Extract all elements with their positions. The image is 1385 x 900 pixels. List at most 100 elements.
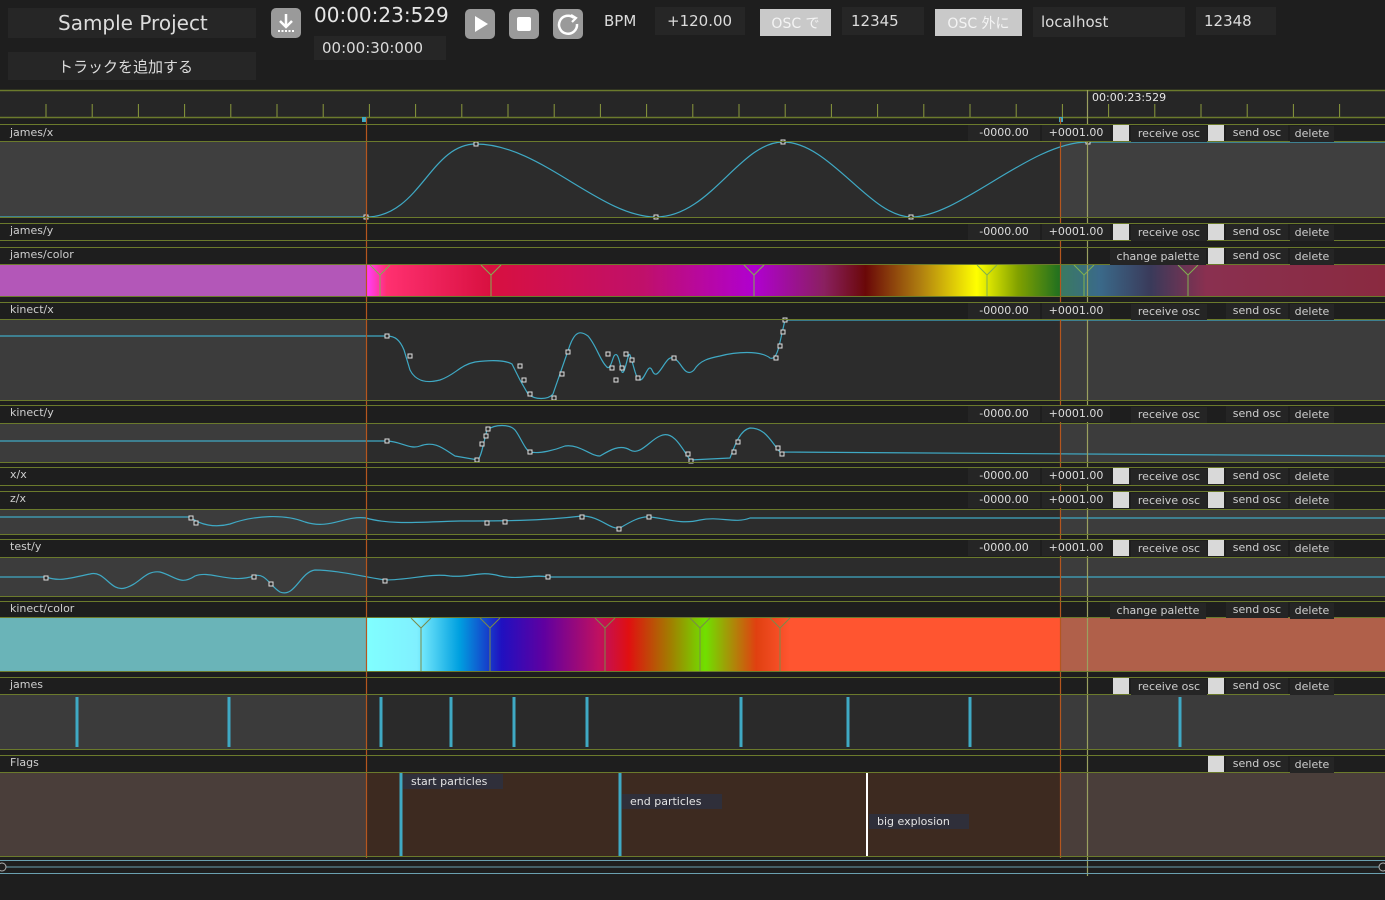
track-name-kinect-y: kinect/y	[10, 406, 54, 419]
bpm-field[interactable]: +120.00	[655, 7, 745, 35]
receive-osc-checkbox-james-x[interactable]	[1113, 125, 1129, 141]
delete-button-z-x[interactable]: delete	[1290, 493, 1334, 509]
send-osc-checkbox-james-bangs[interactable]	[1208, 678, 1224, 694]
send-osc-checkbox-x-x[interactable]	[1208, 468, 1224, 484]
receive-osc-label-z-x: receive osc	[1131, 493, 1207, 509]
project-title[interactable]: Sample Project	[8, 8, 256, 38]
min-value-z-x[interactable]: -0000.00	[968, 492, 1040, 508]
min-value-test-y[interactable]: -0000.00	[968, 540, 1040, 556]
receive-osc-checkbox-james-bangs[interactable]	[1113, 678, 1129, 694]
download-icon	[278, 14, 294, 32]
send-osc-label-test-y: send osc	[1226, 540, 1288, 556]
receive-osc-checkbox-z-x[interactable]	[1113, 492, 1129, 508]
delete-button-james-bangs[interactable]: delete	[1290, 679, 1334, 695]
min-value-kinect-y[interactable]: -0000.00	[968, 406, 1040, 422]
stop-icon	[517, 17, 531, 31]
osc-out-host: localhost	[1041, 13, 1109, 31]
track-body-james-color[interactable]	[0, 265, 1385, 296]
send-osc-checkbox-z-x[interactable]	[1208, 492, 1224, 508]
receive-osc-label-kinect-x[interactable]: receive osc	[1131, 304, 1207, 320]
loop-button[interactable]	[553, 9, 583, 39]
zoom-handle-right[interactable]	[1378, 862, 1385, 872]
receive-osc-label-kinect-y[interactable]: receive osc	[1131, 407, 1207, 423]
track-name-kinect-x: kinect/x	[10, 303, 54, 316]
send-osc-checkbox-james-x[interactable]	[1208, 125, 1224, 141]
stop-button[interactable]	[509, 9, 539, 39]
delete-button-james-y[interactable]: delete	[1290, 225, 1334, 241]
min-value-james-x[interactable]: -0000.00	[968, 125, 1040, 141]
max-value-kinect-x[interactable]: +0001.00	[1042, 303, 1110, 319]
send-osc-checkbox-james-color[interactable]	[1208, 248, 1224, 264]
osc-out-port-field[interactable]: 12348	[1196, 7, 1276, 35]
delete-button-x-x[interactable]: delete	[1290, 469, 1334, 485]
osc-in-toggle[interactable]: OSC で	[760, 9, 831, 36]
osc-out-label: OSC 外に	[947, 15, 1010, 32]
receive-osc-label-james-y: receive osc	[1131, 225, 1207, 241]
duration-value: 00:00:30:000	[322, 39, 424, 57]
flag-end-particles[interactable]: end particles	[622, 794, 722, 809]
send-osc-label-kinect-x[interactable]: send osc	[1226, 303, 1288, 319]
track-name-x-x: x/x	[10, 468, 27, 481]
track-name-james-bangs: james	[10, 678, 44, 691]
osc-in-port-field[interactable]: 12345	[842, 7, 924, 35]
add-track-button[interactable]: トラックを追加する	[8, 52, 256, 80]
duration-field[interactable]: 00:00:30:000	[314, 36, 446, 60]
zoom-handle-left[interactable]	[0, 862, 7, 872]
max-value-x-x[interactable]: +0001.00	[1042, 468, 1110, 484]
track-name-kinect-color: kinect/color	[10, 602, 75, 615]
max-value-james-x[interactable]: +0001.00	[1042, 125, 1110, 141]
osc-out-toggle[interactable]: OSC 外に	[935, 9, 1022, 36]
track-name-james-color: james/color	[10, 248, 74, 261]
receive-osc-checkbox-x-x[interactable]	[1113, 468, 1129, 484]
delete-button-test-y[interactable]: delete	[1290, 541, 1334, 557]
play-button[interactable]	[465, 9, 495, 39]
min-value-james-y[interactable]: -0000.00	[968, 224, 1040, 240]
receive-osc-checkbox-james-y[interactable]	[1113, 224, 1129, 240]
send-osc-checkbox-test-y[interactable]	[1208, 540, 1224, 556]
receive-osc-checkbox-test-y[interactable]	[1113, 540, 1129, 556]
send-osc-label-kinect-color[interactable]: send osc	[1226, 602, 1288, 618]
save-button[interactable]	[271, 8, 301, 38]
max-value-test-y[interactable]: +0001.00	[1042, 540, 1110, 556]
bpm-label: BPM	[604, 12, 637, 30]
osc-in-label: OSC で	[771, 15, 820, 32]
send-osc-checkbox-james-y[interactable]	[1208, 224, 1224, 240]
delete-button-kinect-y[interactable]: delete	[1290, 407, 1334, 423]
delete-button-james-color[interactable]: delete	[1290, 249, 1334, 265]
track-body-kinect-color[interactable]	[0, 618, 1385, 671]
delete-button-kinect-x[interactable]: delete	[1290, 304, 1334, 320]
track-name-z-x: z/x	[10, 492, 26, 505]
post-out-overlay	[1060, 142, 1385, 217]
receive-osc-label-james-x: receive osc	[1131, 126, 1207, 142]
track-name-james-y: james/y	[10, 224, 54, 237]
send-osc-label-flags: send osc	[1226, 756, 1288, 772]
send-osc-label-kinect-y[interactable]: send osc	[1226, 406, 1288, 422]
delete-button-flags[interactable]: delete	[1290, 757, 1334, 773]
send-osc-label-james-bangs: send osc	[1226, 678, 1288, 694]
min-value-kinect-x[interactable]: -0000.00	[968, 303, 1040, 319]
track-name-james-x: james/x	[10, 126, 54, 139]
max-value-kinect-y[interactable]: +0001.00	[1042, 406, 1110, 422]
min-value-x-x[interactable]: -0000.00	[968, 468, 1040, 484]
send-osc-label-james-color: send osc	[1226, 248, 1288, 264]
project-title-text: Sample Project	[58, 11, 208, 35]
send-osc-checkbox-flags[interactable]	[1208, 756, 1224, 772]
receive-osc-label-x-x: receive osc	[1131, 469, 1207, 485]
osc-out-host-field[interactable]: localhost	[1033, 7, 1185, 37]
play-icon	[475, 16, 488, 32]
max-value-james-y[interactable]: +0001.00	[1042, 224, 1110, 240]
change-palette-button-kinect-color[interactable]: change palette	[1110, 603, 1206, 619]
change-palette-button-james-color[interactable]: change palette	[1110, 249, 1206, 265]
pre-in-overlay	[0, 142, 366, 217]
delete-button-james-x[interactable]: delete	[1290, 126, 1334, 142]
loop-icon	[557, 14, 579, 35]
osc-in-port: 12345	[851, 12, 899, 30]
flag-start-particles[interactable]: start particles	[403, 774, 503, 789]
playhead-time-label: 00:00:23:529	[1092, 91, 1167, 104]
send-osc-label-james-x: send osc	[1226, 125, 1288, 141]
flag-big-explosion[interactable]: big explosion	[869, 814, 969, 829]
delete-button-kinect-color[interactable]: delete	[1290, 603, 1334, 619]
max-value-z-x[interactable]: +0001.00	[1042, 492, 1110, 508]
zoom-scrollbar[interactable]	[0, 860, 1385, 874]
track-body-flags[interactable]	[0, 773, 1385, 857]
